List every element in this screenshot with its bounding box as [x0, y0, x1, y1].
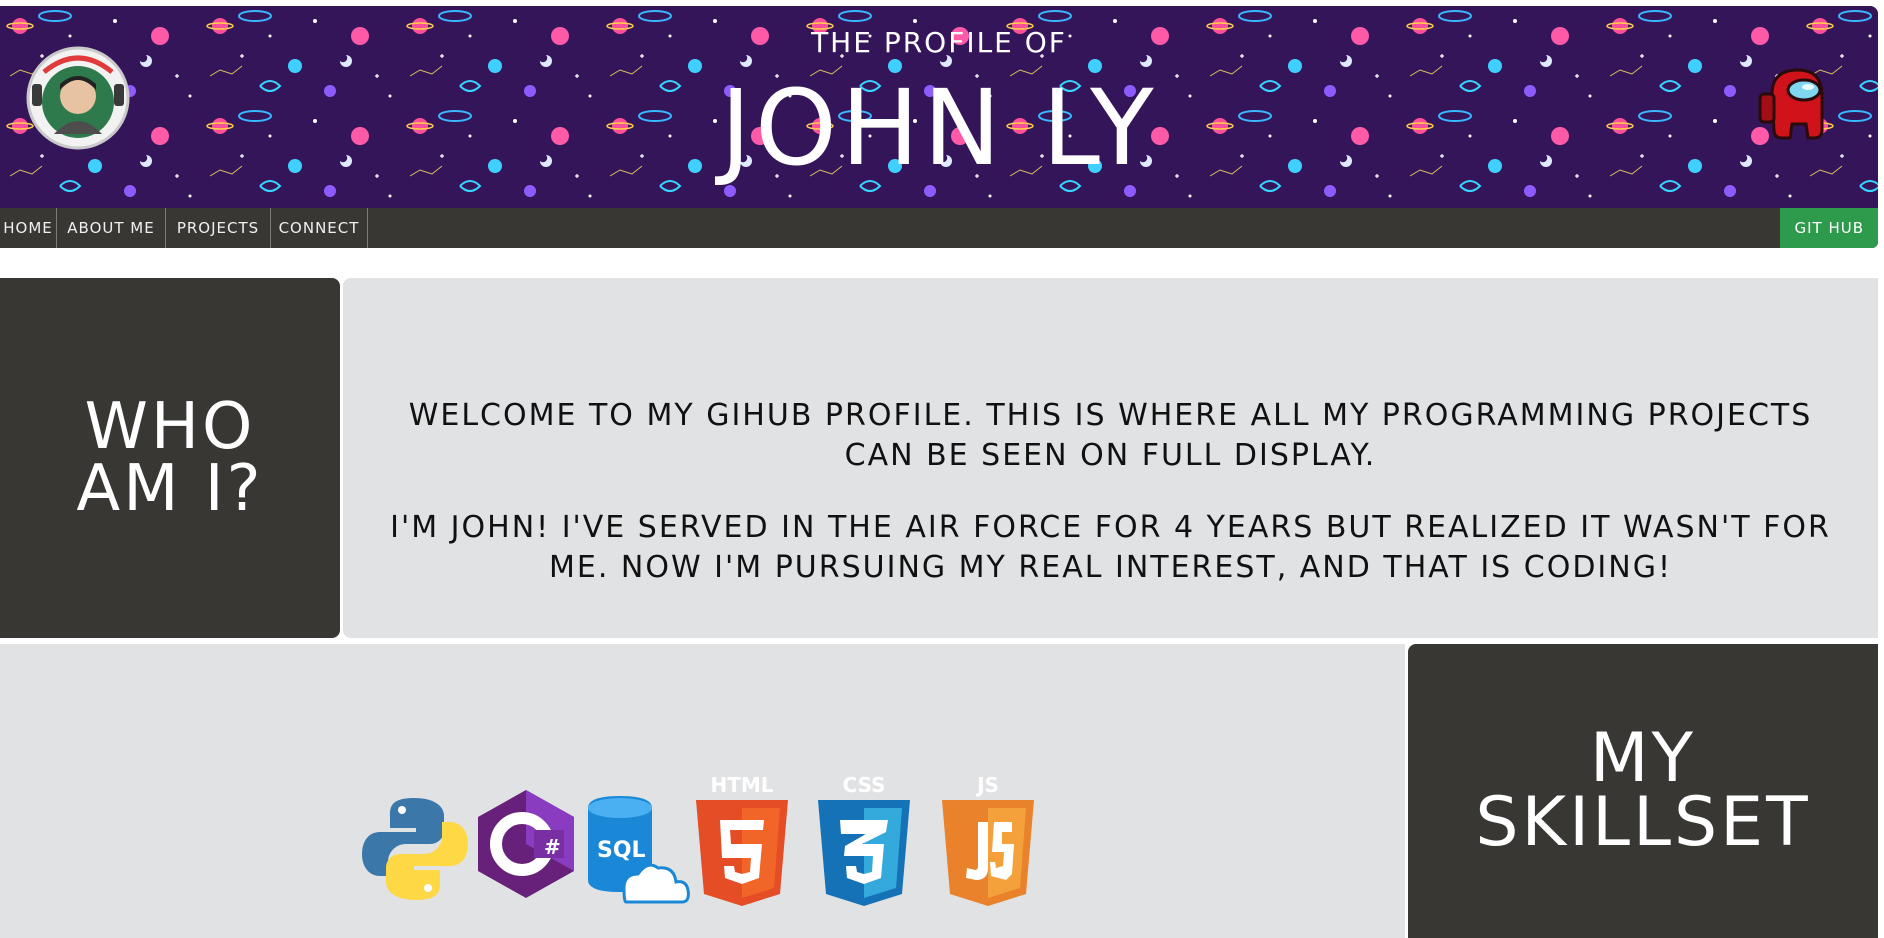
top-navigation: Home About Me Projects Connect Git Hub — [0, 208, 1878, 248]
my-skillset-panel: My Skillset — [1408, 644, 1878, 938]
html5-icon: HTML — [696, 773, 788, 906]
my-skillset-heading: My Skillset — [1475, 725, 1810, 857]
who-am-i-heading: Who am I? — [76, 395, 263, 521]
profile-banner: The Profile of John Ly — [0, 6, 1878, 208]
nav-connect[interactable]: Connect — [271, 208, 368, 248]
javascript-icon: JS — [942, 773, 1034, 906]
among-us-crewmate-icon — [1758, 68, 1824, 140]
svg-text:CSS: CSS — [843, 773, 886, 797]
skillset-heading-line2: Skillset — [1475, 783, 1811, 862]
svg-text:HTML: HTML — [710, 773, 773, 797]
intro-panel: Welcome to my Gihub profile. This is whe… — [343, 278, 1878, 638]
banner-subtitle: The Profile of — [811, 26, 1067, 59]
skills-logo-panel: # SQL HTML CSS JS — [0, 644, 1405, 938]
css3-icon: CSS — [818, 773, 910, 906]
banner-title: John Ly — [720, 67, 1158, 189]
who-heading-line2: am I? — [76, 452, 264, 526]
svg-text:SQL: SQL — [597, 838, 646, 863]
python-icon — [362, 798, 468, 900]
sql-cloud-icon: SQL — [588, 796, 690, 904]
who-am-i-panel: Who am I? — [0, 278, 340, 638]
nav-projects[interactable]: Projects — [166, 208, 271, 248]
nav-home[interactable]: Home — [0, 208, 57, 248]
intro-paragraph-bio: I'm John! I've served in the Air Force f… — [390, 510, 1831, 585]
intro-paragraph-welcome: Welcome to my Gihub profile. This is whe… — [408, 398, 1813, 473]
nav-git-hub-button[interactable]: Git Hub — [1780, 208, 1878, 248]
svg-text:#: # — [544, 835, 561, 859]
nav-about-me[interactable]: About Me — [57, 208, 166, 248]
svg-text:JS: JS — [975, 773, 999, 797]
csharp-icon: # — [478, 790, 574, 898]
